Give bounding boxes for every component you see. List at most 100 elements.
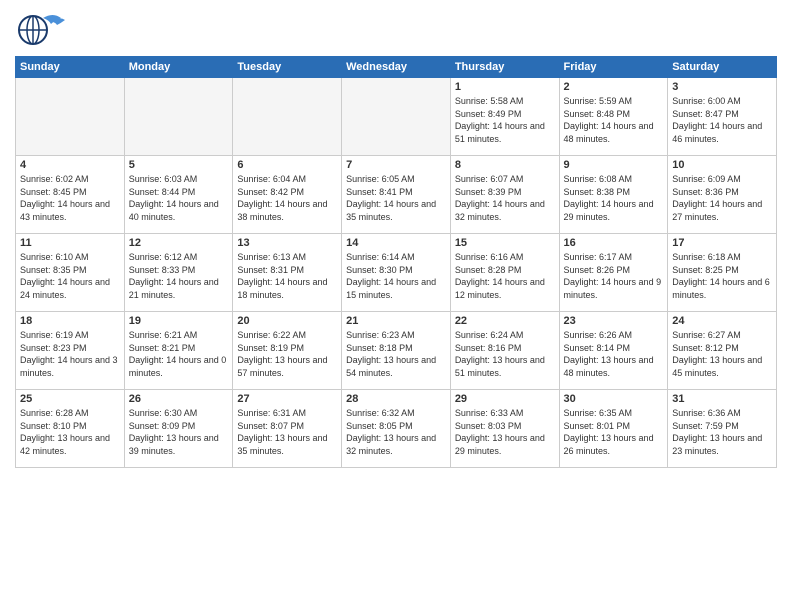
calendar-cell [16, 78, 125, 156]
day-number: 19 [129, 315, 229, 327]
calendar-cell: 31 Sunrise: 6:36 AM Sunset: 7:59 PM Dayl… [668, 390, 777, 468]
cell-info: Sunrise: 6:17 AM Sunset: 8:26 PM Dayligh… [564, 251, 664, 301]
calendar-cell: 30 Sunrise: 6:35 AM Sunset: 8:01 PM Dayl… [559, 390, 668, 468]
day-number: 12 [129, 237, 229, 249]
calendar-cell: 28 Sunrise: 6:32 AM Sunset: 8:05 PM Dayl… [342, 390, 451, 468]
day-number: 17 [672, 237, 772, 249]
cell-info: Sunrise: 6:12 AM Sunset: 8:33 PM Dayligh… [129, 251, 229, 301]
calendar-header-row: SundayMondayTuesdayWednesdayThursdayFrid… [16, 57, 777, 78]
day-number: 27 [237, 393, 337, 405]
calendar-cell: 10 Sunrise: 6:09 AM Sunset: 8:36 PM Dayl… [668, 156, 777, 234]
calendar-cell: 14 Sunrise: 6:14 AM Sunset: 8:30 PM Dayl… [342, 234, 451, 312]
cell-info: Sunrise: 6:21 AM Sunset: 8:21 PM Dayligh… [129, 329, 229, 379]
day-number: 15 [455, 237, 555, 249]
day-number: 11 [20, 237, 120, 249]
cell-info: Sunrise: 6:24 AM Sunset: 8:16 PM Dayligh… [455, 329, 555, 379]
calendar-body: 1 Sunrise: 5:58 AM Sunset: 8:49 PM Dayli… [16, 78, 777, 468]
calendar-cell: 3 Sunrise: 6:00 AM Sunset: 8:47 PM Dayli… [668, 78, 777, 156]
day-number: 14 [346, 237, 446, 249]
calendar-cell: 19 Sunrise: 6:21 AM Sunset: 8:21 PM Dayl… [124, 312, 233, 390]
cell-info: Sunrise: 6:13 AM Sunset: 8:31 PM Dayligh… [237, 251, 337, 301]
cell-info: Sunrise: 6:19 AM Sunset: 8:23 PM Dayligh… [20, 329, 120, 379]
calendar-cell [124, 78, 233, 156]
calendar-cell: 2 Sunrise: 5:59 AM Sunset: 8:48 PM Dayli… [559, 78, 668, 156]
cell-info: Sunrise: 6:23 AM Sunset: 8:18 PM Dayligh… [346, 329, 446, 379]
calendar-cell: 13 Sunrise: 6:13 AM Sunset: 8:31 PM Dayl… [233, 234, 342, 312]
calendar-cell: 4 Sunrise: 6:02 AM Sunset: 8:45 PM Dayli… [16, 156, 125, 234]
day-number: 5 [129, 159, 229, 171]
day-header: Tuesday [233, 57, 342, 78]
day-header: Monday [124, 57, 233, 78]
calendar-cell: 9 Sunrise: 6:08 AM Sunset: 8:38 PM Dayli… [559, 156, 668, 234]
day-number: 29 [455, 393, 555, 405]
cell-info: Sunrise: 6:26 AM Sunset: 8:14 PM Dayligh… [564, 329, 664, 379]
calendar-cell [233, 78, 342, 156]
day-number: 9 [564, 159, 664, 171]
day-header: Saturday [668, 57, 777, 78]
day-number: 6 [237, 159, 337, 171]
cell-info: Sunrise: 6:22 AM Sunset: 8:19 PM Dayligh… [237, 329, 337, 379]
day-number: 13 [237, 237, 337, 249]
cell-info: Sunrise: 6:09 AM Sunset: 8:36 PM Dayligh… [672, 173, 772, 223]
calendar-cell: 22 Sunrise: 6:24 AM Sunset: 8:16 PM Dayl… [450, 312, 559, 390]
cell-info: Sunrise: 6:27 AM Sunset: 8:12 PM Dayligh… [672, 329, 772, 379]
day-header: Friday [559, 57, 668, 78]
calendar-cell: 24 Sunrise: 6:27 AM Sunset: 8:12 PM Dayl… [668, 312, 777, 390]
day-header: Sunday [16, 57, 125, 78]
day-number: 20 [237, 315, 337, 327]
cell-info: Sunrise: 6:07 AM Sunset: 8:39 PM Dayligh… [455, 173, 555, 223]
day-header: Thursday [450, 57, 559, 78]
cell-info: Sunrise: 6:30 AM Sunset: 8:09 PM Dayligh… [129, 407, 229, 457]
logo [15, 10, 67, 50]
calendar-cell: 15 Sunrise: 6:16 AM Sunset: 8:28 PM Dayl… [450, 234, 559, 312]
calendar-cell: 20 Sunrise: 6:22 AM Sunset: 8:19 PM Dayl… [233, 312, 342, 390]
calendar-cell: 12 Sunrise: 6:12 AM Sunset: 8:33 PM Dayl… [124, 234, 233, 312]
cell-info: Sunrise: 6:02 AM Sunset: 8:45 PM Dayligh… [20, 173, 120, 223]
day-header: Wednesday [342, 57, 451, 78]
day-number: 21 [346, 315, 446, 327]
calendar-cell: 6 Sunrise: 6:04 AM Sunset: 8:42 PM Dayli… [233, 156, 342, 234]
day-number: 31 [672, 393, 772, 405]
calendar-table: SundayMondayTuesdayWednesdayThursdayFrid… [15, 56, 777, 468]
day-number: 4 [20, 159, 120, 171]
day-number: 16 [564, 237, 664, 249]
day-number: 22 [455, 315, 555, 327]
cell-info: Sunrise: 6:31 AM Sunset: 8:07 PM Dayligh… [237, 407, 337, 457]
cell-info: Sunrise: 6:36 AM Sunset: 7:59 PM Dayligh… [672, 407, 772, 457]
day-number: 23 [564, 315, 664, 327]
cell-info: Sunrise: 6:03 AM Sunset: 8:44 PM Dayligh… [129, 173, 229, 223]
calendar-week-row: 25 Sunrise: 6:28 AM Sunset: 8:10 PM Dayl… [16, 390, 777, 468]
calendar-cell: 21 Sunrise: 6:23 AM Sunset: 8:18 PM Dayl… [342, 312, 451, 390]
calendar-cell [342, 78, 451, 156]
calendar-cell: 7 Sunrise: 6:05 AM Sunset: 8:41 PM Dayli… [342, 156, 451, 234]
day-number: 25 [20, 393, 120, 405]
calendar-cell: 8 Sunrise: 6:07 AM Sunset: 8:39 PM Dayli… [450, 156, 559, 234]
calendar-cell: 16 Sunrise: 6:17 AM Sunset: 8:26 PM Dayl… [559, 234, 668, 312]
main-container: SundayMondayTuesdayWednesdayThursdayFrid… [0, 0, 792, 612]
cell-info: Sunrise: 6:32 AM Sunset: 8:05 PM Dayligh… [346, 407, 446, 457]
cell-info: Sunrise: 6:14 AM Sunset: 8:30 PM Dayligh… [346, 251, 446, 301]
cell-info: Sunrise: 6:05 AM Sunset: 8:41 PM Dayligh… [346, 173, 446, 223]
calendar-cell: 17 Sunrise: 6:18 AM Sunset: 8:25 PM Dayl… [668, 234, 777, 312]
day-number: 28 [346, 393, 446, 405]
day-number: 26 [129, 393, 229, 405]
calendar-week-row: 1 Sunrise: 5:58 AM Sunset: 8:49 PM Dayli… [16, 78, 777, 156]
calendar-cell: 18 Sunrise: 6:19 AM Sunset: 8:23 PM Dayl… [16, 312, 125, 390]
day-number: 3 [672, 81, 772, 93]
cell-info: Sunrise: 6:18 AM Sunset: 8:25 PM Dayligh… [672, 251, 772, 301]
cell-info: Sunrise: 6:00 AM Sunset: 8:47 PM Dayligh… [672, 95, 772, 145]
day-number: 30 [564, 393, 664, 405]
cell-info: Sunrise: 6:16 AM Sunset: 8:28 PM Dayligh… [455, 251, 555, 301]
day-number: 18 [20, 315, 120, 327]
cell-info: Sunrise: 5:58 AM Sunset: 8:49 PM Dayligh… [455, 95, 555, 145]
cell-info: Sunrise: 6:10 AM Sunset: 8:35 PM Dayligh… [20, 251, 120, 301]
cell-info: Sunrise: 6:04 AM Sunset: 8:42 PM Dayligh… [237, 173, 337, 223]
cell-info: Sunrise: 5:59 AM Sunset: 8:48 PM Dayligh… [564, 95, 664, 145]
calendar-week-row: 11 Sunrise: 6:10 AM Sunset: 8:35 PM Dayl… [16, 234, 777, 312]
day-number: 8 [455, 159, 555, 171]
cell-info: Sunrise: 6:33 AM Sunset: 8:03 PM Dayligh… [455, 407, 555, 457]
calendar-cell: 1 Sunrise: 5:58 AM Sunset: 8:49 PM Dayli… [450, 78, 559, 156]
calendar-cell: 5 Sunrise: 6:03 AM Sunset: 8:44 PM Dayli… [124, 156, 233, 234]
header [15, 10, 777, 50]
day-number: 10 [672, 159, 772, 171]
